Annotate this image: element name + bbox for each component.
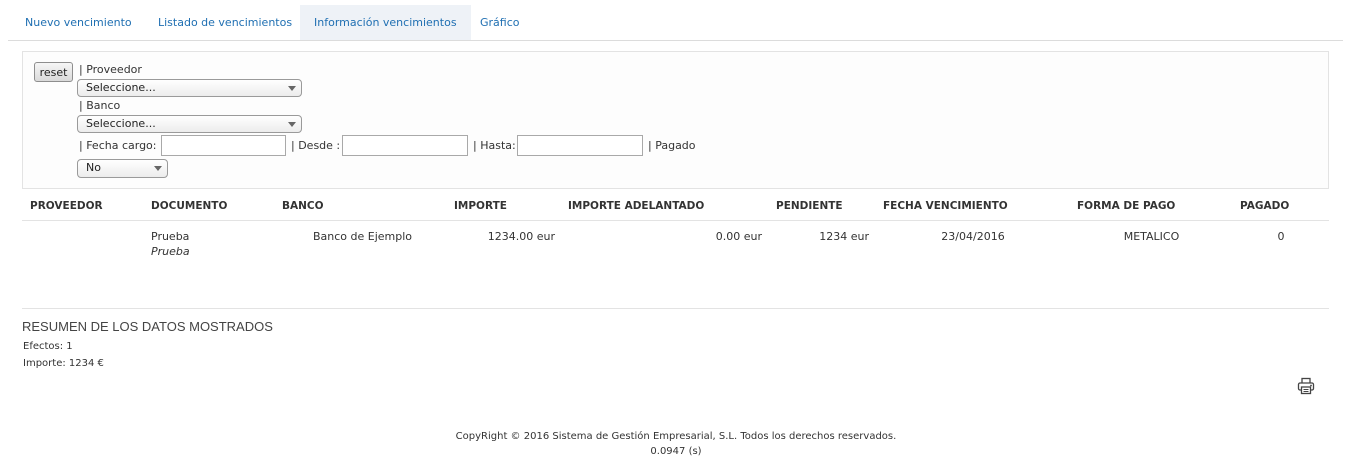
summary-efectos: Efectos: 1	[23, 341, 73, 352]
tab-listado-vencimientos[interactable]: Listado de vencimientos	[144, 5, 306, 40]
table-bottom-divider	[22, 308, 1329, 309]
proveedor-select[interactable]: Seleccione...	[77, 79, 302, 97]
column-header-documento[interactable]: DOCUMENTO	[151, 200, 227, 212]
reset-button[interactable]: reset	[34, 62, 73, 82]
desde-input[interactable]	[342, 135, 468, 156]
chevron-down-icon	[288, 122, 296, 127]
column-header-importe-adelantado[interactable]: IMPORTE ADELANTADO	[568, 200, 704, 212]
column-header-pendiente[interactable]: PENDIENTE	[776, 200, 843, 212]
fecha-cargo-label: | Fecha cargo:	[79, 139, 157, 152]
tab-informacion-vencimientos[interactable]: Información vencimientos	[300, 5, 471, 40]
pagado-select-value: No	[86, 161, 101, 174]
cell-pendiente: 1234 eur	[819, 230, 869, 243]
print-icon[interactable]	[1297, 377, 1315, 395]
column-header-fecha-vencimiento[interactable]: FECHA VENCIMIENTO	[883, 200, 1008, 212]
column-header-importe[interactable]: IMPORTE	[454, 200, 507, 212]
column-header-pagado[interactable]: PAGADO	[1240, 200, 1289, 212]
banco-label: | Banco	[79, 99, 121, 112]
cell-importe: 1234.00 eur	[487, 230, 555, 243]
desde-label: | Desde :	[291, 139, 341, 152]
tab-nuevo-vencimiento[interactable]: Nuevo vencimiento	[11, 5, 146, 40]
column-header-banco[interactable]: BANCO	[282, 200, 324, 212]
tab-grafico[interactable]: Gráfico	[466, 5, 534, 40]
proveedor-label: | Proveedor	[79, 63, 142, 76]
summary-importe: Importe: 1234 €	[23, 358, 104, 369]
proveedor-select-value: Seleccione...	[86, 81, 156, 94]
cell-documento-description: Prueba	[151, 245, 190, 258]
column-header-forma-de-pago[interactable]: FORMA DE PAGO	[1077, 200, 1175, 212]
banco-select-value: Seleccione...	[86, 117, 156, 130]
cell-pagado: 0	[1277, 230, 1285, 243]
hasta-input[interactable]	[517, 135, 643, 156]
summary-title: RESUMEN DE LOS DATOS MOSTRADOS	[22, 319, 273, 334]
tab-bar: Nuevo vencimiento Listado de vencimiento…	[8, 5, 1343, 41]
hasta-label: | Hasta:	[473, 139, 516, 152]
cell-banco: Banco de Ejemplo	[313, 230, 413, 243]
chevron-down-icon	[154, 166, 162, 171]
pagado-select[interactable]: No	[77, 159, 168, 178]
column-header-proveedor[interactable]: PROVEEDOR	[30, 200, 103, 212]
pagado-label: | Pagado	[648, 139, 696, 152]
cell-fecha-vencimiento: 23/04/2016	[941, 230, 1005, 243]
chevron-down-icon	[288, 86, 296, 91]
cell-forma-de-pago: METALICO	[1123, 230, 1180, 243]
cell-importe-adelantado: 0.00 eur	[715, 230, 762, 243]
footer-timing: 0.0947 (s)	[650, 446, 702, 457]
table-header-divider	[22, 220, 1329, 221]
banco-select[interactable]: Seleccione...	[77, 115, 302, 133]
cell-documento: Prueba	[151, 230, 190, 243]
fecha-cargo-input[interactable]	[161, 135, 286, 156]
footer-copyright: CopyRight © 2016 Sistema de Gestión Empr…	[455, 431, 897, 442]
